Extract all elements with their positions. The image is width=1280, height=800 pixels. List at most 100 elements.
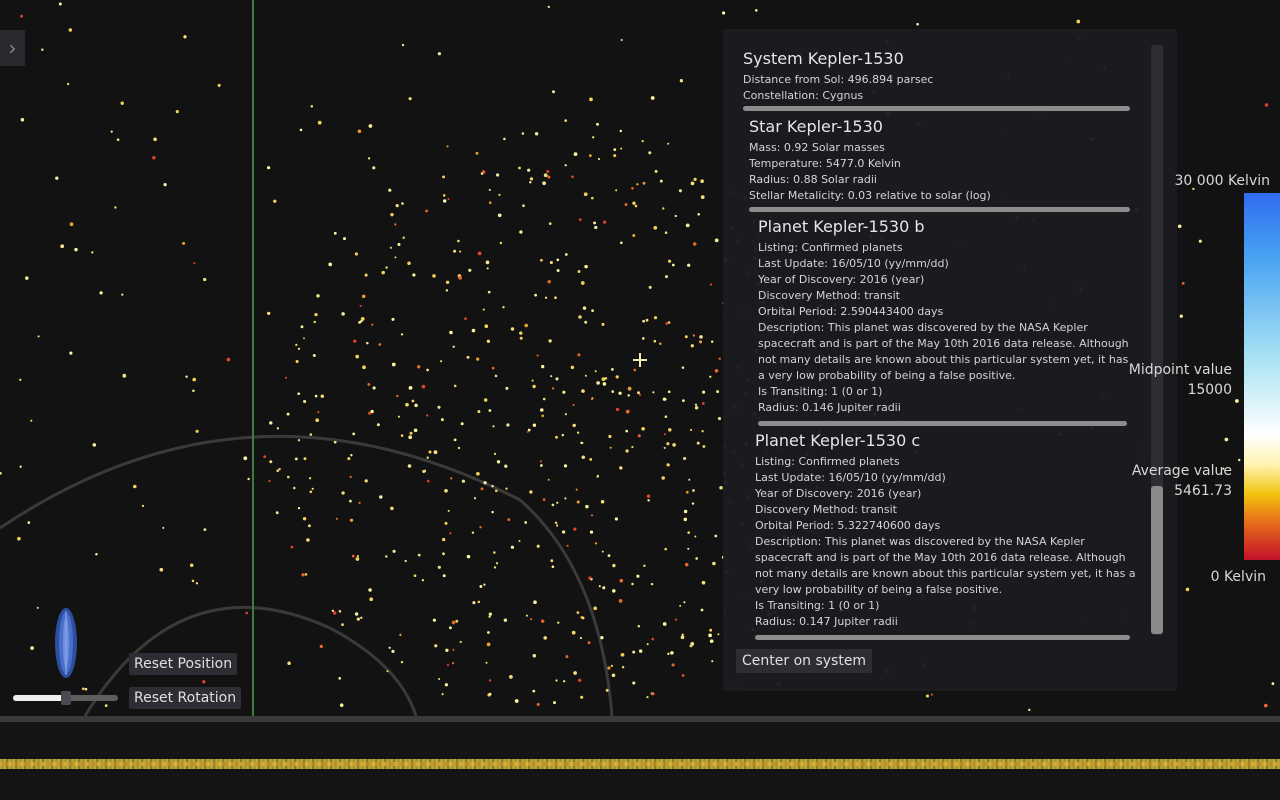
star-point (709, 375, 712, 379)
star-point (400, 660, 404, 664)
star-point (667, 321, 671, 324)
star-point (614, 517, 618, 521)
star-point (600, 636, 604, 640)
star-point (356, 617, 360, 621)
star-point (556, 258, 560, 262)
sidebar-toggle-button[interactable]: › (0, 30, 25, 66)
star-point (162, 526, 165, 529)
star-point (497, 213, 502, 218)
star-point (650, 582, 654, 586)
star-point (612, 563, 616, 568)
star-point (301, 573, 305, 577)
star-point (701, 580, 706, 585)
star-point (226, 357, 231, 362)
timeline-strip[interactable] (0, 716, 1280, 800)
planet-year: Year of Discovery: 2016 (year) (755, 487, 922, 500)
star-point (564, 119, 568, 122)
star-point (601, 377, 606, 381)
star-point (664, 547, 667, 551)
scale-midpoint-value: 15000 (1187, 382, 1232, 398)
star-point (577, 270, 581, 273)
star-point (182, 241, 186, 245)
star-point (391, 649, 395, 653)
star-point (1264, 703, 1268, 708)
star-point (666, 442, 670, 446)
star-point (432, 618, 436, 622)
star-point (683, 601, 686, 604)
star-point (1237, 458, 1241, 462)
info-scrollbar-thumb[interactable] (1151, 486, 1163, 634)
star-point (484, 324, 489, 329)
star-point (636, 574, 640, 578)
info-scrollbar[interactable] (1151, 45, 1163, 635)
star-point (534, 293, 537, 297)
rotation-wheel-icon[interactable] (54, 607, 78, 679)
star-point (460, 422, 464, 426)
star-point (625, 449, 629, 453)
star-point (692, 334, 696, 337)
star-point (1271, 682, 1275, 686)
rotation-slider[interactable] (13, 691, 118, 705)
star-point (536, 354, 539, 357)
planet-method: Discovery Method: transit (755, 503, 897, 516)
star-point (620, 147, 623, 150)
star-point (444, 488, 448, 493)
star-point (407, 261, 411, 265)
star-point (514, 699, 519, 703)
star-point (690, 344, 694, 348)
star-point (638, 393, 642, 396)
star-point (245, 611, 249, 615)
star-point (503, 137, 506, 141)
star-point (487, 290, 491, 294)
star-point (297, 392, 301, 396)
star-point (359, 304, 362, 307)
star-point (17, 536, 21, 541)
star-point (314, 312, 318, 317)
star-point (276, 427, 280, 430)
rotation-slider-handle[interactable] (60, 691, 71, 705)
star-point (666, 463, 670, 467)
star-point (445, 289, 449, 292)
planet-listing: Listing: Confirmed planets (758, 241, 903, 254)
star-point (680, 635, 685, 640)
star-point (555, 679, 558, 682)
star-point (360, 317, 365, 321)
star-point (631, 187, 634, 190)
star-point (267, 166, 271, 170)
star-point (356, 555, 359, 558)
star-point (488, 201, 492, 204)
star-point (593, 221, 597, 225)
star-point (584, 264, 588, 269)
star-point (632, 234, 636, 237)
star-point (602, 586, 606, 590)
star-point (120, 101, 124, 105)
star-point (615, 189, 618, 192)
star-point (404, 559, 407, 563)
star-point (532, 423, 537, 427)
star-point (471, 328, 476, 333)
star-point (585, 504, 589, 509)
star-point (297, 439, 301, 442)
star-point (565, 655, 569, 659)
center-on-system-button[interactable]: Center on system (736, 649, 873, 673)
star-point (389, 246, 392, 249)
star-point (74, 247, 78, 252)
star-point (92, 443, 97, 447)
star-point (491, 366, 495, 370)
star-point (674, 618, 678, 621)
planet-period: Orbital Period: 2.590443400 days (758, 305, 944, 318)
reset-rotation-button[interactable]: Reset Rotation (129, 687, 242, 709)
star-point (575, 488, 578, 491)
star-point (570, 365, 575, 370)
star-point (685, 223, 690, 228)
system-info-scroll-area[interactable]: System Kepler-1530 Distance from Sol: 49… (723, 29, 1148, 644)
star-point (596, 381, 600, 385)
star-point (542, 498, 546, 501)
star-point (588, 576, 592, 580)
reset-position-button[interactable]: Reset Position (129, 653, 238, 675)
star-point (699, 335, 703, 339)
star-point (408, 97, 412, 101)
star-point (566, 544, 569, 548)
star-point (664, 415, 668, 419)
star-point (385, 266, 388, 269)
